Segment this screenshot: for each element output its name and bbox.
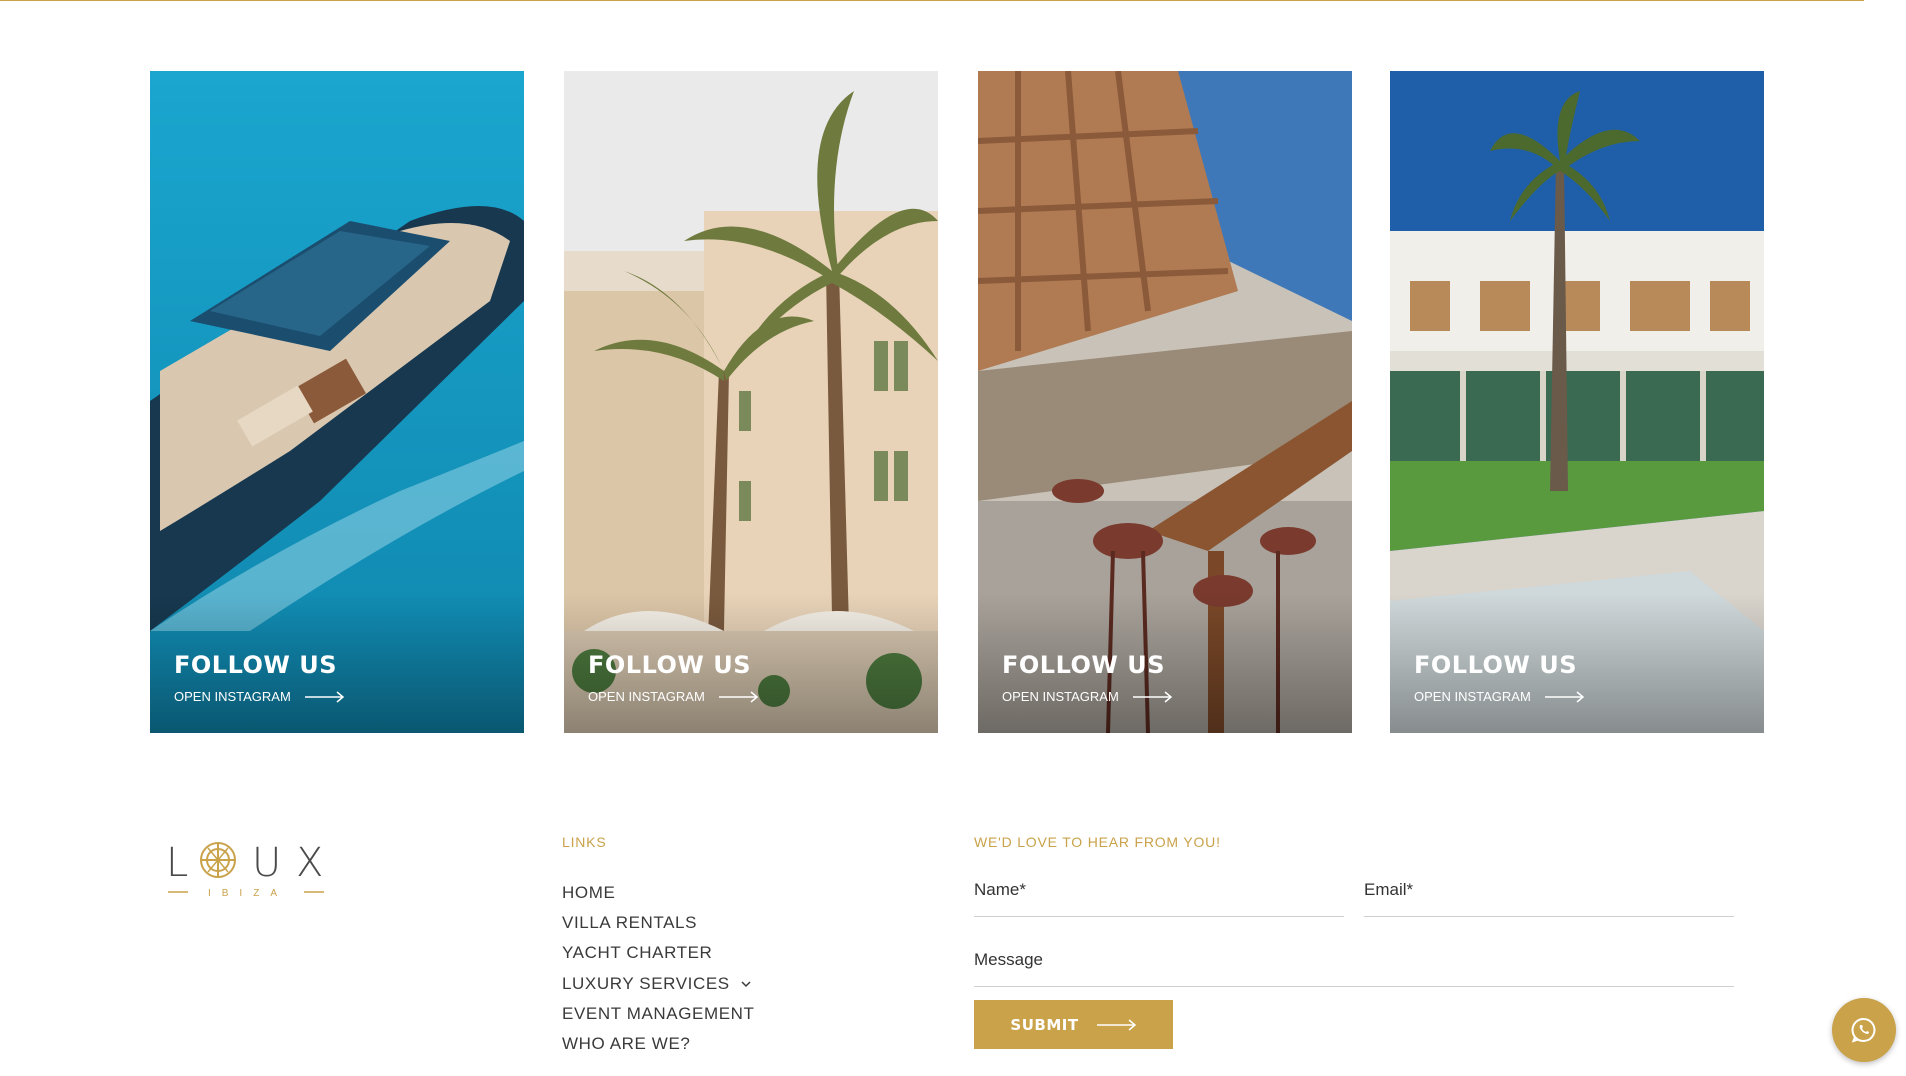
email-input[interactable] bbox=[1364, 880, 1734, 900]
logo-letter-l: L bbox=[166, 840, 188, 886]
submit-button[interactable]: SUBMIT bbox=[974, 1000, 1173, 1049]
logo-emblem-icon bbox=[200, 842, 236, 878]
whatsapp-icon bbox=[1851, 1017, 1876, 1043]
footer: L U X IBIZA LINKS HOME VILLA RENTALS YAC… bbox=[0, 800, 1906, 1076]
message-field bbox=[974, 950, 1734, 987]
card-title: FOLLOW US bbox=[174, 651, 338, 679]
email-field bbox=[1364, 880, 1734, 917]
long-arrow-right-icon bbox=[718, 690, 758, 703]
card-title: FOLLOW US bbox=[1002, 651, 1166, 679]
open-instagram-link[interactable]: OPEN INSTAGRAM bbox=[174, 689, 345, 704]
instagram-card-palms[interactable]: FOLLOW US OPEN INSTAGRAM bbox=[564, 71, 938, 733]
instagram-cards: FOLLOW US OPEN INSTAGRAM FOLLOW US OPEN … bbox=[150, 71, 1764, 733]
footer-links: HOME VILLA RENTALS YACHT CHARTER LUXURY … bbox=[562, 878, 755, 1059]
logo-letter-x: X bbox=[296, 840, 323, 886]
submit-label: SUBMIT bbox=[1010, 1015, 1079, 1034]
logo-letter-u: U bbox=[252, 840, 281, 886]
footer-link-luxury-services[interactable]: LUXURY SERVICES bbox=[562, 969, 755, 999]
open-instagram-link[interactable]: OPEN INSTAGRAM bbox=[588, 689, 759, 704]
footer-link-event-management[interactable]: EVENT MANAGEMENT bbox=[562, 999, 755, 1029]
open-instagram-link[interactable]: OPEN INSTAGRAM bbox=[1002, 689, 1173, 704]
footer-link-villa-rentals[interactable]: VILLA RENTALS bbox=[562, 908, 755, 938]
card-title: FOLLOW US bbox=[1414, 651, 1578, 679]
contact-heading: WE'D LOVE TO HEAR FROM YOU! bbox=[974, 834, 1221, 850]
cta-label: OPEN INSTAGRAM bbox=[174, 689, 291, 704]
footer-link-home[interactable]: HOME bbox=[562, 878, 755, 908]
long-arrow-right-icon bbox=[1096, 1018, 1136, 1031]
instagram-card-villa[interactable]: FOLLOW US OPEN INSTAGRAM bbox=[1390, 71, 1764, 733]
name-field bbox=[974, 880, 1344, 917]
card-title: FOLLOW US bbox=[588, 651, 752, 679]
loux-ibiza-logo[interactable]: L U X IBIZA bbox=[166, 834, 330, 898]
long-arrow-right-icon bbox=[1132, 690, 1172, 703]
top-divider bbox=[0, 0, 1864, 1]
footer-link-yacht-charter[interactable]: YACHT CHARTER bbox=[562, 938, 755, 968]
cta-label: OPEN INSTAGRAM bbox=[588, 689, 705, 704]
message-input[interactable] bbox=[974, 950, 1734, 970]
logo-subtitle: IBIZA bbox=[208, 888, 288, 898]
long-arrow-right-icon bbox=[304, 690, 344, 703]
instagram-card-restaurant[interactable]: FOLLOW US OPEN INSTAGRAM bbox=[978, 71, 1352, 733]
cta-label: OPEN INSTAGRAM bbox=[1414, 689, 1531, 704]
instagram-card-yacht[interactable]: FOLLOW US OPEN INSTAGRAM bbox=[150, 71, 524, 733]
links-heading: LINKS bbox=[562, 834, 607, 850]
name-input[interactable] bbox=[974, 880, 1344, 900]
long-arrow-right-icon bbox=[1544, 690, 1584, 703]
chevron-down-icon[interactable] bbox=[740, 980, 752, 988]
footer-link-who-are-we[interactable]: WHO ARE WE? bbox=[562, 1029, 755, 1059]
cta-label: OPEN INSTAGRAM bbox=[1002, 689, 1119, 704]
open-instagram-link[interactable]: OPEN INSTAGRAM bbox=[1414, 689, 1585, 704]
whatsapp-button[interactable] bbox=[1832, 998, 1896, 1062]
